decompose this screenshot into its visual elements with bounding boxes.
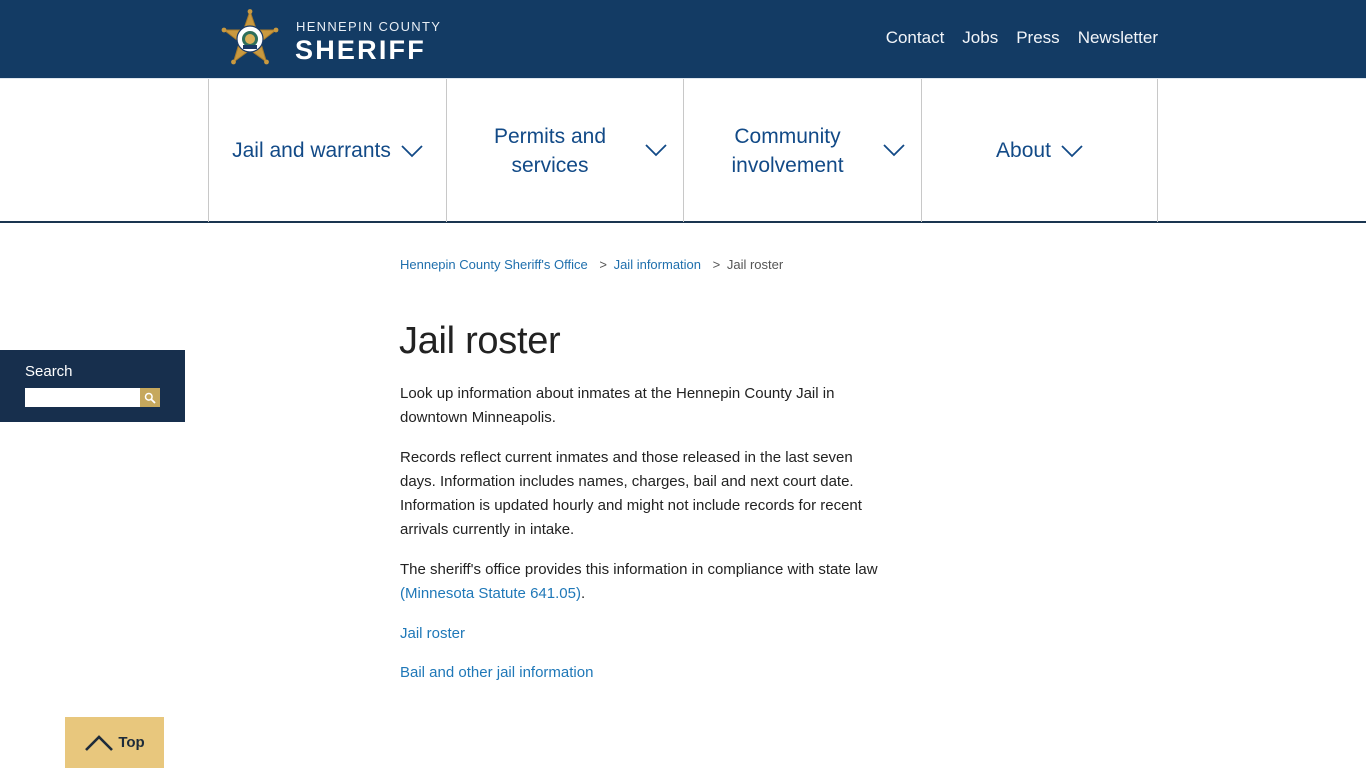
utility-link-newsletter[interactable]: Newsletter [1078,28,1158,48]
search-panel: Search [0,350,185,422]
search-label: Search [25,363,73,380]
utility-link-contact[interactable]: Contact [886,28,945,48]
chevron-down-icon [645,144,667,157]
search-icon [144,392,156,404]
records-paragraph: Records reflect current inmates and thos… [400,449,862,538]
logo-sheriff-text: SHERIFF [295,35,426,65]
nav-label-line1: Community [734,124,841,148]
bail-and-other-jail-info-link[interactable]: Bail and other jail information [400,664,593,681]
compliance-paragraph: The sheriff's office provides this infor… [400,558,890,606]
back-to-top-button[interactable]: Top [65,717,164,768]
breadcrumb-separator: > [599,257,607,272]
nav-label: Community involvement [731,122,843,180]
bail-info-link-paragraph: Bail and other jail information [400,661,890,685]
jail-roster-link-paragraph: Jail roster [400,622,890,646]
page-title: Jail roster [399,320,561,362]
main-content: Look up information about inmates at the… [400,382,890,700]
chevron-down-icon [1061,144,1083,157]
chevron-down-icon [401,144,423,157]
nav-jail-and-warrants[interactable]: Jail and warrants [208,79,446,222]
breadcrumb-current: Jail roster [726,257,784,272]
nav-label-line1: Permits and [493,124,607,148]
nav-label: Jail and warrants [232,139,391,162]
breadcrumb-link-jail-information[interactable]: Jail information [614,257,701,272]
chevron-down-icon [883,144,905,157]
search-button[interactable] [140,388,160,407]
sheriff-star-badge-icon [221,9,279,65]
compliance-text: The sheriff's office provides this infor… [400,561,878,578]
minnesota-statute-link[interactable]: (Minnesota Statute 641.05) [400,585,581,602]
nav-label: Permits and services [494,122,606,180]
nav-community-involvement[interactable]: Community involvement [683,79,921,222]
logo-county-text: HENNEPIN COUNTY [296,19,442,34]
utility-link-jobs[interactable]: Jobs [962,28,998,48]
nav-permits-and-services[interactable]: Permits and services [446,79,683,222]
jail-roster-link[interactable]: Jail roster [400,625,465,642]
utility-link-press[interactable]: Press [1016,28,1059,48]
breadcrumb-link-home[interactable]: Hennepin County Sheriff's Office [400,257,588,272]
utility-nav: Contact Jobs Press Newsletter [886,28,1158,48]
compliance-end: . [580,585,586,602]
nav-label: About [996,139,1051,162]
intro-paragraph: Look up information about inmates at the… [400,385,835,426]
back-to-top-label: Top [118,734,145,751]
site-header: HENNEPIN COUNTY SHERIFF Contact Jobs Pre… [0,0,1366,78]
breadcrumb: Hennepin County Sheriff's Office > Jail … [400,257,783,272]
main-nav: Jail and warrants Permits and services C… [0,78,1366,223]
breadcrumb-separator: > [712,257,721,272]
chevron-up-icon [85,734,114,751]
sheriff-logo-link[interactable]: HENNEPIN COUNTY SHERIFF [219,9,442,71]
search-input[interactable] [25,388,140,407]
nav-label-line2: services [511,153,589,177]
nav-about[interactable]: About [921,79,1158,222]
nav-label-line2: involvement [731,153,844,177]
